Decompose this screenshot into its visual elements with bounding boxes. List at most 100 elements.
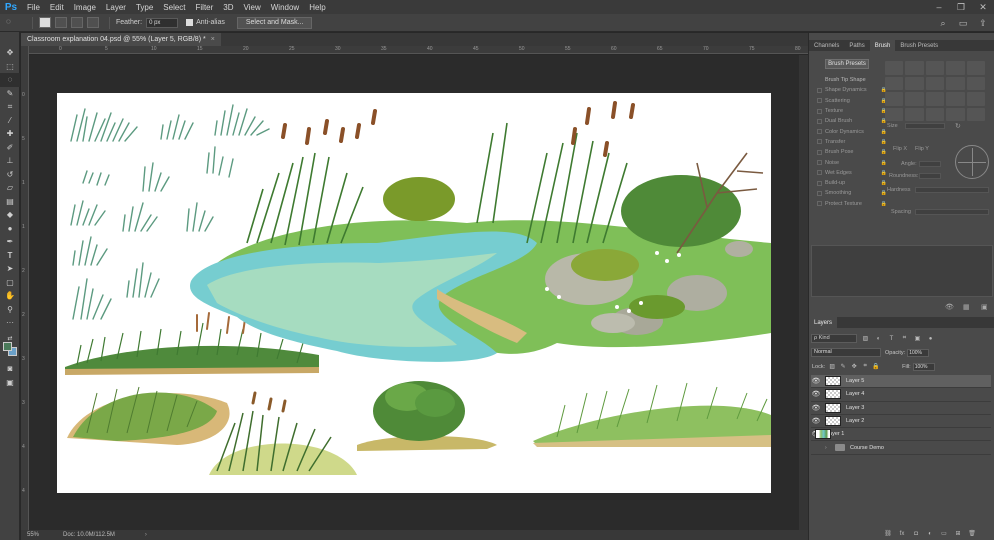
brush-tip-thumbnail[interactable]: [885, 92, 904, 106]
brush-option-item[interactable]: Scattering 🔒: [817, 96, 887, 106]
brush-option-item[interactable]: Wet Edges 🔒: [817, 168, 887, 178]
intersect-selection-icon[interactable]: [87, 17, 99, 28]
workspace-icon[interactable]: ▭: [956, 17, 970, 29]
lock-transparency-icon[interactable]: ▨: [828, 363, 836, 371]
layer-row[interactable]: 👁Layer 1: [811, 428, 991, 442]
subtract-selection-icon[interactable]: [71, 17, 83, 28]
adjustment-icon[interactable]: ◐: [925, 529, 935, 538]
brush-option-item[interactable]: Protect Texture 🔒: [817, 199, 887, 209]
toggle-preview-icon[interactable]: 👁: [945, 303, 957, 312]
minimize-icon[interactable]: –: [928, 0, 950, 14]
brush-option-item[interactable]: Build-up 🔒: [817, 178, 887, 188]
create-brush-icon[interactable]: ▣: [981, 303, 993, 312]
folder-icon[interactable]: ▭: [939, 529, 949, 538]
lock-icon[interactable]: 🔒: [881, 170, 887, 176]
brush-tip-thumbnail[interactable]: [905, 61, 924, 75]
brush-tip-thumbnail[interactable]: [885, 107, 904, 121]
menu-window[interactable]: Window: [266, 3, 304, 12]
lock-icon[interactable]: 🔒: [881, 149, 887, 155]
mask-icon[interactable]: ◘: [911, 529, 921, 538]
brush-option-checkbox[interactable]: [817, 118, 822, 124]
brush-tip-thumbnail[interactable]: [925, 92, 945, 106]
brush-option-checkbox[interactable]: [817, 139, 822, 145]
tab-layers[interactable]: Layers: [809, 317, 838, 328]
add-selection-icon[interactable]: [55, 17, 67, 28]
flip-y-checkbox[interactable]: Flip Y: [915, 146, 929, 152]
vertical-scrollbar[interactable]: [799, 55, 808, 530]
screen-mode-icon[interactable]: ▣: [0, 376, 20, 390]
brush-tip-thumbnail[interactable]: [966, 76, 985, 90]
shape-tool-icon[interactable]: ▢: [0, 276, 20, 290]
fx-icon[interactable]: fx: [897, 529, 907, 538]
close-icon[interactable]: ✕: [972, 0, 994, 14]
restore-icon[interactable]: ❐: [950, 0, 972, 14]
brush-tip-thumbnail[interactable]: [946, 61, 965, 75]
brush-option-checkbox[interactable]: [817, 180, 822, 186]
zoom-level[interactable]: 55%: [21, 532, 47, 538]
antialias-checkbox[interactable]: [186, 19, 194, 26]
eraser-tool-icon[interactable]: ▱: [0, 181, 20, 195]
layer-row[interactable]: › Course Demo: [811, 441, 991, 455]
brush-option-checkbox[interactable]: [817, 160, 822, 166]
visibility-eye-icon[interactable]: 👁: [811, 390, 821, 398]
document-canvas[interactable]: [57, 93, 771, 493]
brush-option-item[interactable]: Shape Dynamics 🔒: [817, 85, 887, 95]
gradient-tool-icon[interactable]: ▤: [0, 195, 20, 209]
lasso-tool-icon[interactable]: ◌: [0, 73, 20, 87]
spacing-slider[interactable]: [915, 209, 989, 215]
document-tab[interactable]: Classroom explanation 04.psd @ 55% (Laye…: [21, 33, 221, 46]
brush-tip-shape-item[interactable]: Brush Tip Shape: [817, 75, 887, 85]
quick-mask-icon[interactable]: ◙: [0, 362, 20, 376]
share-icon[interactable]: ⇪: [976, 17, 990, 29]
brush-tip-thumbnail[interactable]: [966, 61, 985, 75]
blend-mode-select[interactable]: Normal: [811, 348, 881, 357]
status-menu-arrow-icon[interactable]: ›: [145, 532, 147, 538]
brush-option-checkbox[interactable]: [817, 190, 822, 196]
link-icon[interactable]: ⛓: [883, 529, 893, 538]
menu-layer[interactable]: Layer: [101, 3, 131, 12]
pixel-filter-icon[interactable]: ▨: [861, 335, 870, 343]
menu-help[interactable]: Help: [304, 3, 330, 12]
brush-tip-thumbnail[interactable]: [946, 92, 965, 106]
visibility-eye-icon[interactable]: 👁: [811, 377, 821, 385]
brush-option-checkbox[interactable]: [817, 149, 822, 155]
fill-input[interactable]: 100%: [912, 362, 935, 371]
more-tools-icon[interactable]: ···: [0, 316, 20, 330]
type-filter-icon[interactable]: T: [887, 335, 896, 343]
zoom-tool-icon[interactable]: ⚲: [0, 303, 20, 317]
menu-type[interactable]: Type: [131, 3, 158, 12]
brush-option-item[interactable]: Texture 🔒: [817, 106, 887, 116]
layer-row[interactable]: 👁 Layer 2: [811, 415, 991, 429]
menu-3d[interactable]: 3D: [218, 3, 238, 12]
history-brush-tool-icon[interactable]: ↺: [0, 168, 20, 182]
move-tool-icon[interactable]: ✥: [0, 46, 20, 60]
quick-select-tool-icon[interactable]: ✎: [0, 87, 20, 101]
type-tool-icon[interactable]: T: [0, 249, 20, 263]
crop-tool-icon[interactable]: ⌗: [0, 100, 20, 114]
brush-option-checkbox[interactable]: [817, 87, 822, 93]
foreground-color-swatch[interactable]: [3, 342, 12, 351]
visibility-eye-icon[interactable]: 👁: [811, 404, 821, 412]
menu-edit[interactable]: Edit: [45, 3, 69, 12]
dodge-tool-icon[interactable]: ●: [0, 222, 20, 236]
new-layer-icon[interactable]: ⊞: [953, 529, 963, 538]
feather-input[interactable]: 0 px: [146, 17, 179, 28]
filter-toggle-icon[interactable]: ●: [926, 335, 935, 343]
brush-option-checkbox[interactable]: [817, 129, 822, 135]
shape-filter-icon[interactable]: ⌗: [900, 335, 909, 343]
hardness-slider[interactable]: [915, 187, 989, 193]
select-and-mask-button[interactable]: Select and Mask...: [236, 16, 313, 29]
tab-brush[interactable]: Brush: [869, 40, 896, 51]
brush-option-checkbox[interactable]: [817, 98, 822, 104]
tab-paths[interactable]: Paths: [844, 40, 869, 51]
new-selection-icon[interactable]: [39, 17, 51, 28]
lasso-tool-preset-icon[interactable]: ◌: [6, 17, 22, 28]
lock-icon[interactable]: 🔒: [881, 129, 887, 135]
search-icon[interactable]: ⌕: [936, 17, 950, 29]
blur-tool-icon[interactable]: ◆: [0, 208, 20, 222]
opacity-input[interactable]: 100%: [907, 348, 930, 357]
size-slider[interactable]: [905, 123, 945, 129]
lock-artboard-icon[interactable]: ⌗: [861, 363, 869, 371]
menu-file[interactable]: File: [22, 3, 45, 12]
menu-filter[interactable]: Filter: [191, 3, 219, 12]
